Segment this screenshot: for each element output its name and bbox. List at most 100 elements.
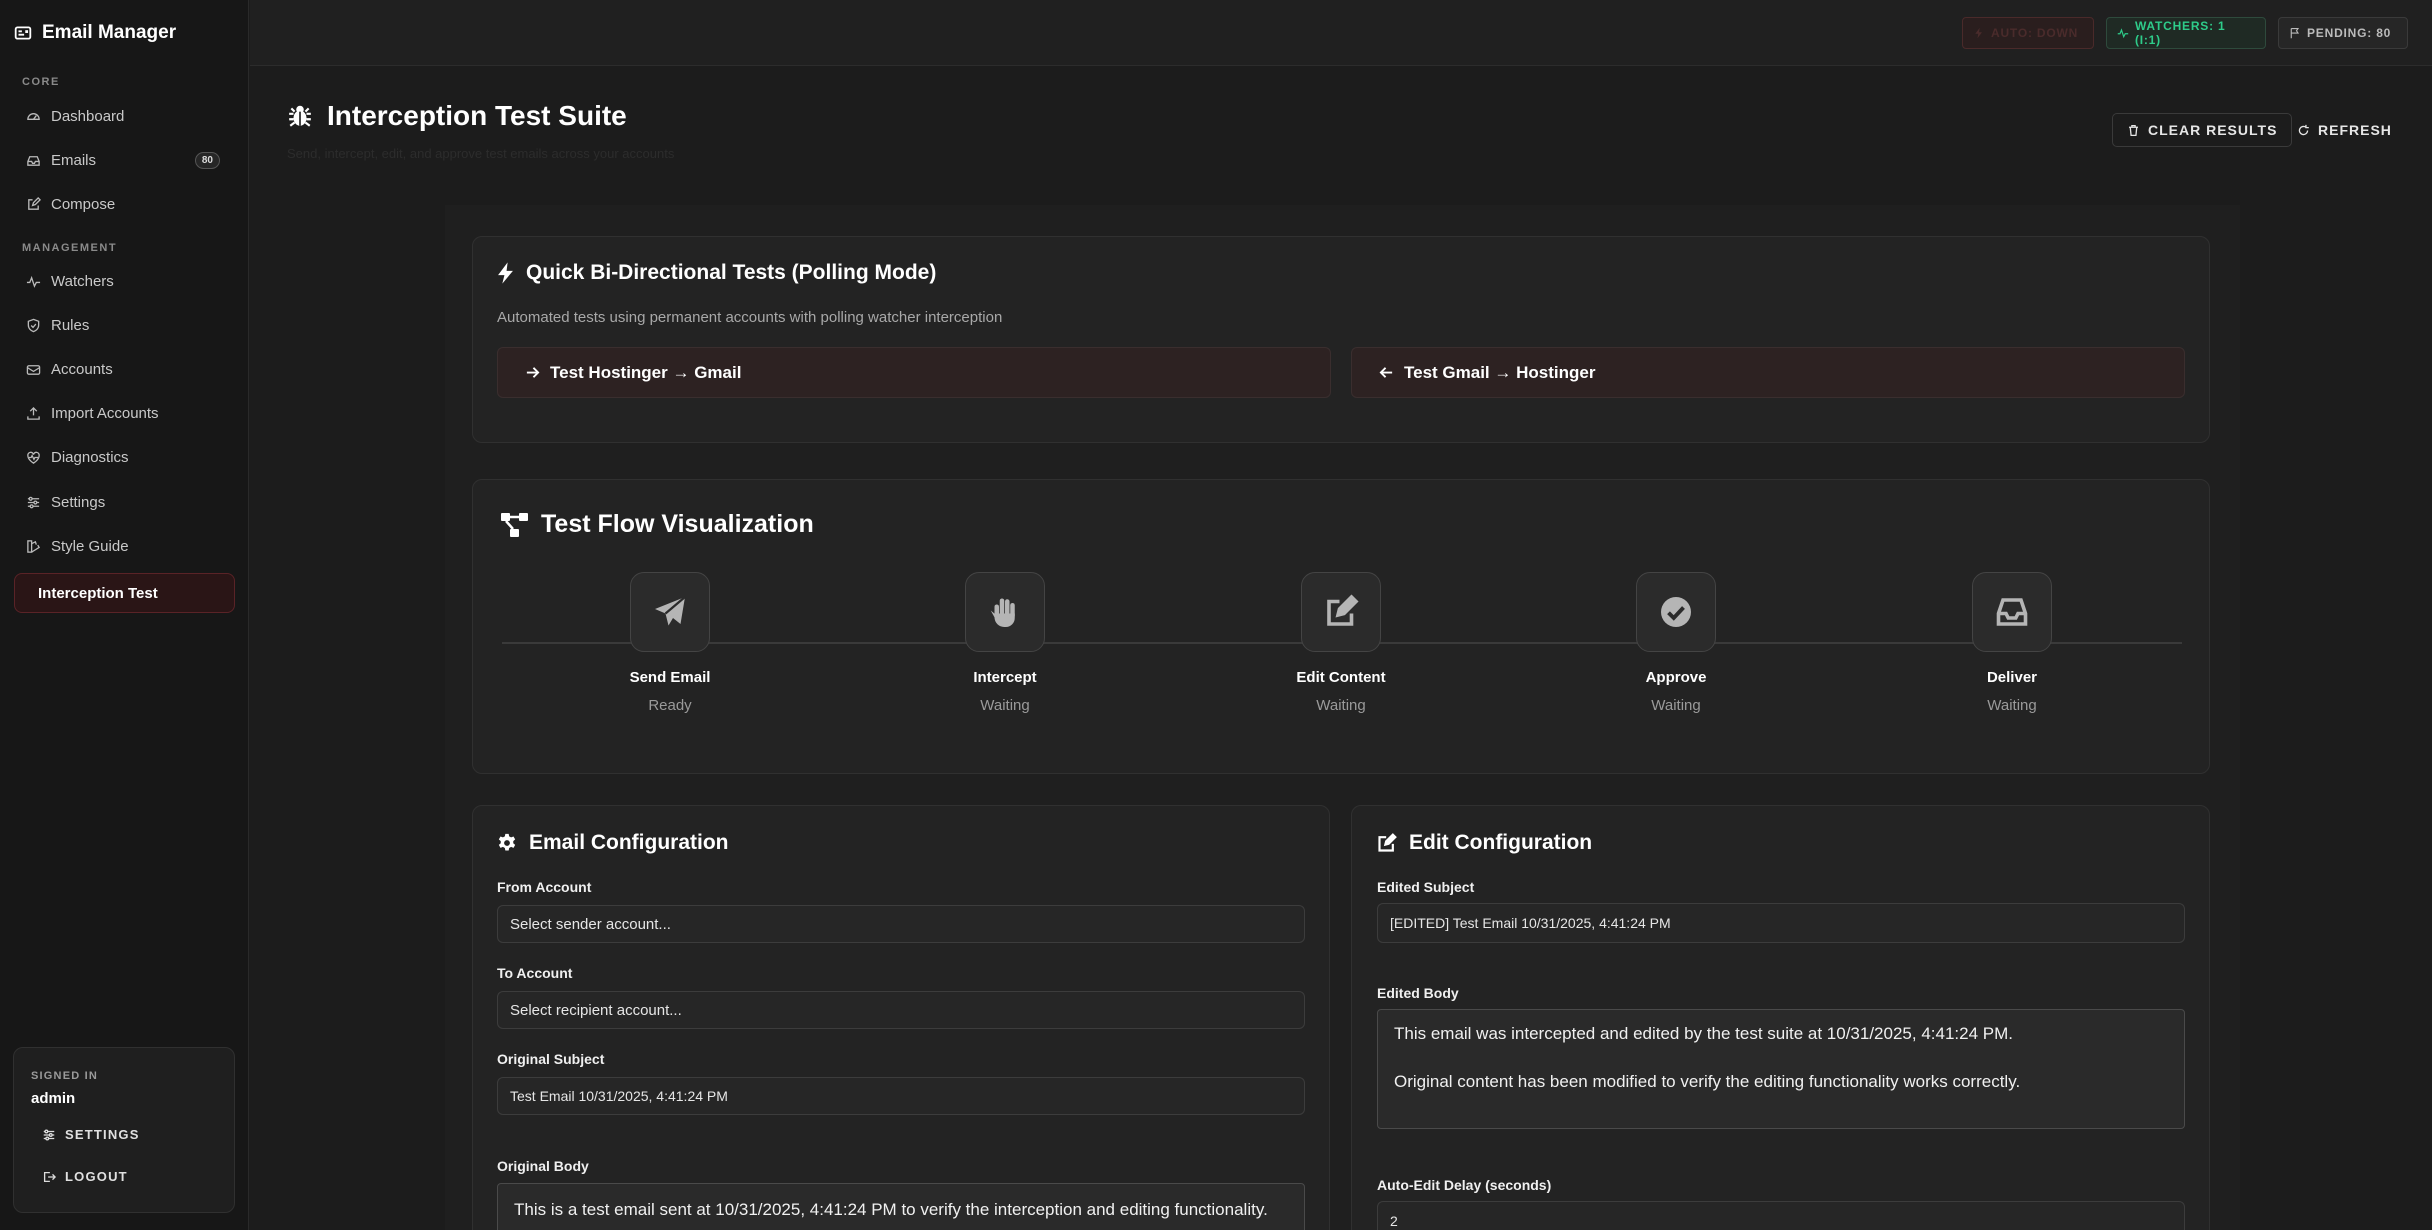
page-title-text: Interception Test Suite [327, 100, 627, 131]
quick-tests-title-text: Quick Bi-Directional Tests (Polling Mode… [526, 261, 937, 284]
step-icon-box [1301, 572, 1381, 652]
clear-results-label: CLEAR RESULTS [2148, 122, 2278, 138]
sidebar-item-rules[interactable]: Rules [14, 305, 234, 345]
bug-icon [289, 105, 311, 127]
edit-icon [28, 196, 41, 210]
activity-icon [26, 275, 41, 288]
auto-edit-delay-label: Auto-Edit Delay (seconds) [1377, 1177, 1552, 1193]
step-name: Intercept [973, 669, 1037, 686]
sidebar-item-style-guide[interactable]: Style Guide [14, 526, 234, 566]
test-gmail-to-hostinger-button[interactable]: Test Gmail → Hostinger [1351, 347, 2185, 398]
bolt-icon [1975, 27, 1982, 39]
sidebar-item-interception-test[interactable]: Interception Test [14, 573, 235, 613]
sidebar-item-label: Settings [51, 493, 106, 511]
upload-icon [27, 406, 40, 420]
refresh-button[interactable]: REFRESH [2282, 113, 2407, 147]
flow-step-edit-content: Edit Content Waiting [1251, 572, 1431, 714]
edited-subject-input[interactable]: [EDITED] Test Email 10/31/2025, 4:41:24 … [1377, 903, 2185, 943]
hand-icon [990, 598, 1015, 627]
from-account-select[interactable]: Select sender account... [497, 905, 1305, 943]
flow-step-intercept: Intercept Waiting [915, 572, 1095, 714]
sidebar-item-label: Dashboard [51, 107, 125, 125]
emails-count-badge: 80 [194, 151, 220, 169]
sidebar-item-label: Accounts [51, 360, 113, 378]
quick-tests-description: Automated tests using permanent accounts… [497, 309, 1003, 326]
signed-in-label: SIGNED IN [31, 1070, 99, 1082]
step-name: Deliver [1986, 669, 2038, 686]
edit-config-title-text: Edit Configuration [1409, 831, 1593, 854]
step-icon-box [1972, 572, 2052, 652]
edited-body-label: Edited Body [1377, 985, 1459, 1001]
flow-step-deliver: Deliver Waiting [1922, 572, 2102, 714]
sidebar-item-compose[interactable]: Compose [14, 184, 234, 224]
watchers-badge[interactable]: WATCHERS: 1 (I:1) [2106, 17, 2266, 49]
pending-badge[interactable]: PENDING: 80 [2278, 17, 2408, 49]
logout-icon [43, 1171, 56, 1182]
test-hostinger-to-gmail-button[interactable]: Test Hostinger → Gmail [497, 347, 1331, 398]
watchers-text: WATCHERS: 1 (I:1) [2134, 19, 2226, 47]
inbox-icon [27, 155, 40, 166]
arrow-left-icon [1379, 367, 1393, 378]
step-icon-box [1636, 572, 1716, 652]
original-body-label: Original Body [497, 1158, 589, 1174]
flow-title: Test Flow Visualization [501, 510, 814, 539]
trash-icon [2129, 124, 2138, 136]
sidebar-item-dashboard[interactable]: Dashboard [14, 96, 234, 136]
to-account-select[interactable]: Select recipient account... [497, 991, 1305, 1029]
sidebar-item-watchers[interactable]: Watchers [14, 261, 234, 301]
clear-results-button[interactable]: CLEAR RESULTS [2112, 113, 2293, 147]
signed-in-panel: SIGNED IN admin SETTINGS LOGOUT [13, 1047, 235, 1213]
paper-plane-icon [655, 596, 686, 626]
step-icon-box [965, 572, 1045, 652]
auto-edit-delay-input[interactable]: 2 [1377, 1201, 2185, 1230]
sidebar-item-accounts[interactable]: Accounts [14, 349, 234, 389]
original-body-textarea[interactable]: This is a test email sent at 10/31/2025,… [497, 1183, 1305, 1230]
brand[interactable]: Email Manager [14, 20, 176, 46]
email-config-title-text: Email Configuration [529, 831, 729, 854]
inbox-icon [1996, 598, 2028, 626]
logout-label: LOGOUT [65, 1169, 128, 1184]
sliders-icon [43, 1129, 55, 1140]
heartbeat-icon [27, 451, 40, 464]
sidebar-settings-button[interactable]: SETTINGS [42, 1127, 140, 1142]
edited-body-textarea[interactable]: This email was intercepted and edited by… [1377, 1009, 2185, 1129]
sidebar-item-settings[interactable]: Settings [14, 482, 234, 522]
flow-title-text: Test Flow Visualization [541, 510, 814, 538]
refresh-label: REFRESH [2318, 122, 2392, 138]
sidebar-item-label: Watchers [51, 272, 114, 290]
page-title: Interception Test Suite [287, 100, 627, 132]
gauge-icon [27, 112, 40, 120]
step-name: Approve [1645, 669, 1707, 686]
sidebar-item-emails[interactable]: Emails 80 [14, 140, 234, 180]
original-subject-input[interactable]: Test Email 10/31/2025, 4:41:24 PM [497, 1077, 1305, 1115]
sidebar-item-diagnostics[interactable]: Diagnostics [14, 437, 234, 477]
arrow-right-icon [526, 367, 540, 378]
quick-tests-title: Quick Bi-Directional Tests (Polling Mode… [497, 261, 936, 285]
sidebar-item-label: Import Accounts [51, 404, 159, 422]
palette-icon [27, 539, 41, 553]
sidebar: Email Manager CORE Dashboard Emails 80 C… [0, 0, 249, 1230]
settings-label: SETTINGS [65, 1127, 140, 1142]
sidebar-item-import-accounts[interactable]: Import Accounts [14, 393, 234, 433]
step-name: Edit Content [1296, 669, 1386, 686]
step-status: Waiting [1651, 697, 1701, 714]
logout-button[interactable]: LOGOUT [42, 1169, 128, 1184]
flow-step-send-email: Send Email Ready [580, 572, 760, 714]
auto-status-badge[interactable]: AUTO: DOWN [1962, 17, 2094, 49]
edited-subject-label: Edited Subject [1377, 879, 1475, 895]
step-status: Waiting [1987, 697, 2037, 714]
edit-config-title: Edit Configuration [1377, 831, 1592, 855]
section-label-management: MANAGEMENT [22, 242, 118, 254]
sidebar-item-label: Emails [51, 151, 97, 169]
topbar: AUTO: DOWN WATCHERS: 1 (I:1) PENDING: 80 [250, 0, 2432, 66]
app-root: Email Manager CORE Dashboard Emails 80 C… [0, 0, 2432, 1230]
page-subtitle: Send, intercept, edit, and approve test … [287, 146, 675, 161]
test-gmail-to-hostinger-label: Test Gmail → Hostinger [1404, 362, 1596, 382]
bolt-icon [498, 262, 513, 284]
check-circle-icon [1661, 597, 1691, 627]
flow-diagram-icon [501, 512, 528, 537]
sidebar-item-label: Style Guide [51, 537, 129, 555]
app-title: Email Manager [42, 22, 177, 43]
pending-text: PENDING: 80 [2307, 26, 2392, 40]
step-status: Ready [648, 697, 692, 714]
